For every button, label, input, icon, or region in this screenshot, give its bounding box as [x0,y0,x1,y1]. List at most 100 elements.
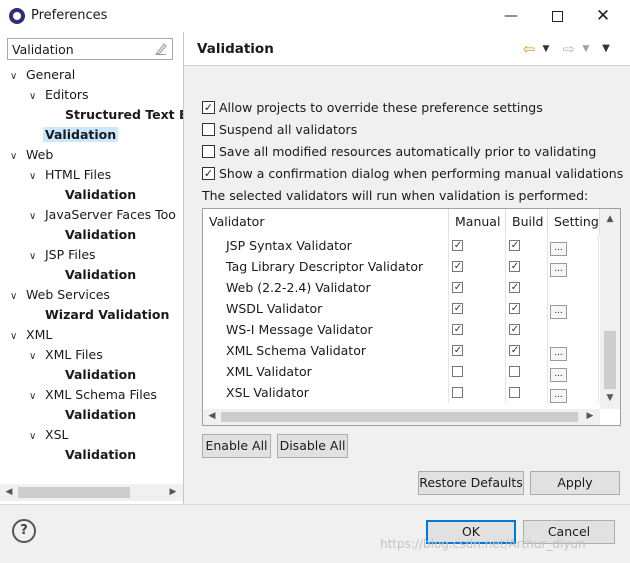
disable-all-button[interactable]: Disable All [277,434,348,458]
expand-chevron-icon[interactable]: ∨ [29,168,43,186]
tree-item[interactable]: ∨ Web [10,146,55,164]
scroll-left-icon[interactable]: ◀ [2,485,16,500]
expand-chevron-icon[interactable]: ∨ [29,208,43,226]
build-checkbox[interactable] [509,282,520,293]
table-vertical-scrollbar[interactable]: ▲ ▼ [600,209,620,409]
tree-item[interactable]: ∨ HTML Files [29,166,113,184]
manual-checkbox[interactable] [452,366,463,377]
tree-item[interactable]: Validation [49,186,138,204]
tree-item[interactable]: ∨ Editors [29,86,91,104]
expand-chevron-icon[interactable]: ∨ [29,388,43,406]
tree-item[interactable]: ∨ JavaServer Faces Too [29,206,178,224]
scroll-down-icon[interactable]: ▼ [603,391,617,406]
manual-checkbox[interactable] [452,324,463,335]
table-horizontal-scrollbar[interactable]: ◀ ▶ [203,409,600,425]
table-row[interactable]: XML Validator... [203,361,599,382]
table-row[interactable]: XML Schema Validator... [203,340,599,361]
settings-ellipsis-button[interactable]: ... [550,389,567,403]
help-icon[interactable]: ? [12,519,36,543]
tree-item[interactable]: ∨ XML [10,326,54,344]
expand-chevron-icon[interactable]: ∨ [29,88,43,106]
table-row[interactable]: WSDL Validator... [203,298,599,319]
expand-chevron-icon[interactable]: ∨ [10,148,24,166]
apply-button[interactable]: Apply [530,471,620,495]
manual-checkbox[interactable] [452,240,463,251]
table-hscroll-thumb[interactable] [221,412,578,422]
expand-chevron-icon[interactable]: ∨ [10,288,24,306]
build-checkbox[interactable] [509,366,520,377]
table-row[interactable]: WS-I Message Validator [203,319,599,340]
tree-item[interactable]: Validation [49,446,138,464]
sidebar-scroll-thumb[interactable] [18,487,130,498]
manual-checkbox[interactable] [452,345,463,356]
tree-item[interactable]: ∨ General [10,66,77,84]
build-checkbox[interactable] [509,324,520,335]
table-row[interactable]: JSP Syntax Validator... [203,235,599,256]
tree-item[interactable]: ∨ JSP Files [29,246,98,264]
maximize-button[interactable] [534,0,580,32]
view-menu-icon[interactable]: ▼ [598,39,614,59]
filter-input[interactable] [8,39,148,59]
build-checkbox[interactable] [509,261,520,272]
expand-chevron-icon[interactable]: ∨ [10,68,24,86]
table-row[interactable]: XSL Validator... [203,382,599,403]
sidebar-horizontal-scrollbar[interactable]: ◀ ▶ [0,484,183,501]
forward-history-dropdown-icon[interactable]: ▼ [580,39,592,59]
preference-checkbox-row[interactable]: Suspend all validators [202,121,357,139]
checkbox[interactable] [202,101,215,114]
table-row[interactable]: Tag Library Descriptor Validator... [203,256,599,277]
table-scroll-right-icon[interactable]: ▶ [583,409,597,424]
settings-ellipsis-button[interactable]: ... [550,368,567,382]
tree-item[interactable]: ∨ XSL [29,426,70,444]
manual-checkbox[interactable] [452,303,463,314]
column-header-validator[interactable]: Validator [203,209,449,235]
settings-ellipsis-button[interactable]: ... [550,347,567,361]
checkbox[interactable] [202,123,215,136]
enable-all-button[interactable]: Enable All [202,434,271,458]
restore-defaults-button[interactable]: Restore Defaults [418,471,524,495]
tree-item[interactable]: Validation [29,126,119,144]
preference-checkbox-row[interactable]: Save all modified resources automaticall… [202,143,596,161]
expand-chevron-icon[interactable]: ∨ [29,428,43,446]
checkbox[interactable] [202,167,215,180]
manual-checkbox[interactable] [452,282,463,293]
table-row[interactable]: Web (2.2-2.4) Validator [203,277,599,298]
tree-item[interactable]: ∨ Web Services [10,286,112,304]
tree-item[interactable]: Wizard Validation [29,306,171,324]
build-checkbox[interactable] [509,240,520,251]
clear-filter-icon[interactable] [154,42,168,56]
tree-item[interactable]: ∨ XML Files [29,346,105,364]
expand-chevron-icon[interactable]: ∨ [29,348,43,366]
forward-arrow-icon[interactable]: ⇨ [558,39,580,59]
scroll-right-icon[interactable]: ▶ [166,485,180,500]
minimize-button[interactable]: — [488,0,534,32]
tree-item[interactable]: Validation [49,266,138,284]
tree-item[interactable]: Structured Text E [49,106,183,124]
settings-ellipsis-button[interactable]: ... [550,305,567,319]
tree-item[interactable]: ∨ XML Schema Files [29,386,159,404]
tree-item[interactable]: Validation [49,406,138,424]
preference-checkbox-row[interactable]: Allow projects to override these prefere… [202,99,543,117]
scroll-up-icon[interactable]: ▲ [603,212,617,227]
back-history-dropdown-icon[interactable]: ▼ [540,39,552,59]
column-header-build[interactable]: Build [506,209,548,235]
manual-checkbox[interactable] [452,387,463,398]
table-scroll-left-icon[interactable]: ◀ [205,409,219,424]
expand-chevron-icon[interactable]: ∨ [10,328,24,346]
column-header-manual[interactable]: Manual [449,209,506,235]
expand-chevron-icon[interactable]: ∨ [29,248,43,266]
table-vscroll-thumb[interactable] [604,331,616,389]
build-checkbox[interactable] [509,387,520,398]
tree-item[interactable]: Validation [49,226,138,244]
settings-ellipsis-button[interactable]: ... [550,242,567,256]
settings-ellipsis-button[interactable]: ... [550,263,567,277]
tree-item[interactable]: Validation [49,366,138,384]
build-checkbox[interactable] [509,303,520,314]
manual-checkbox[interactable] [452,261,463,272]
column-header-settings[interactable]: Settings [548,209,600,235]
checkbox[interactable] [202,145,215,158]
preference-checkbox-row[interactable]: Show a confirmation dialog when performi… [202,165,623,183]
back-arrow-icon[interactable]: ⇦ [518,39,540,59]
close-button[interactable]: ✕ [580,0,626,32]
build-checkbox[interactable] [509,345,520,356]
